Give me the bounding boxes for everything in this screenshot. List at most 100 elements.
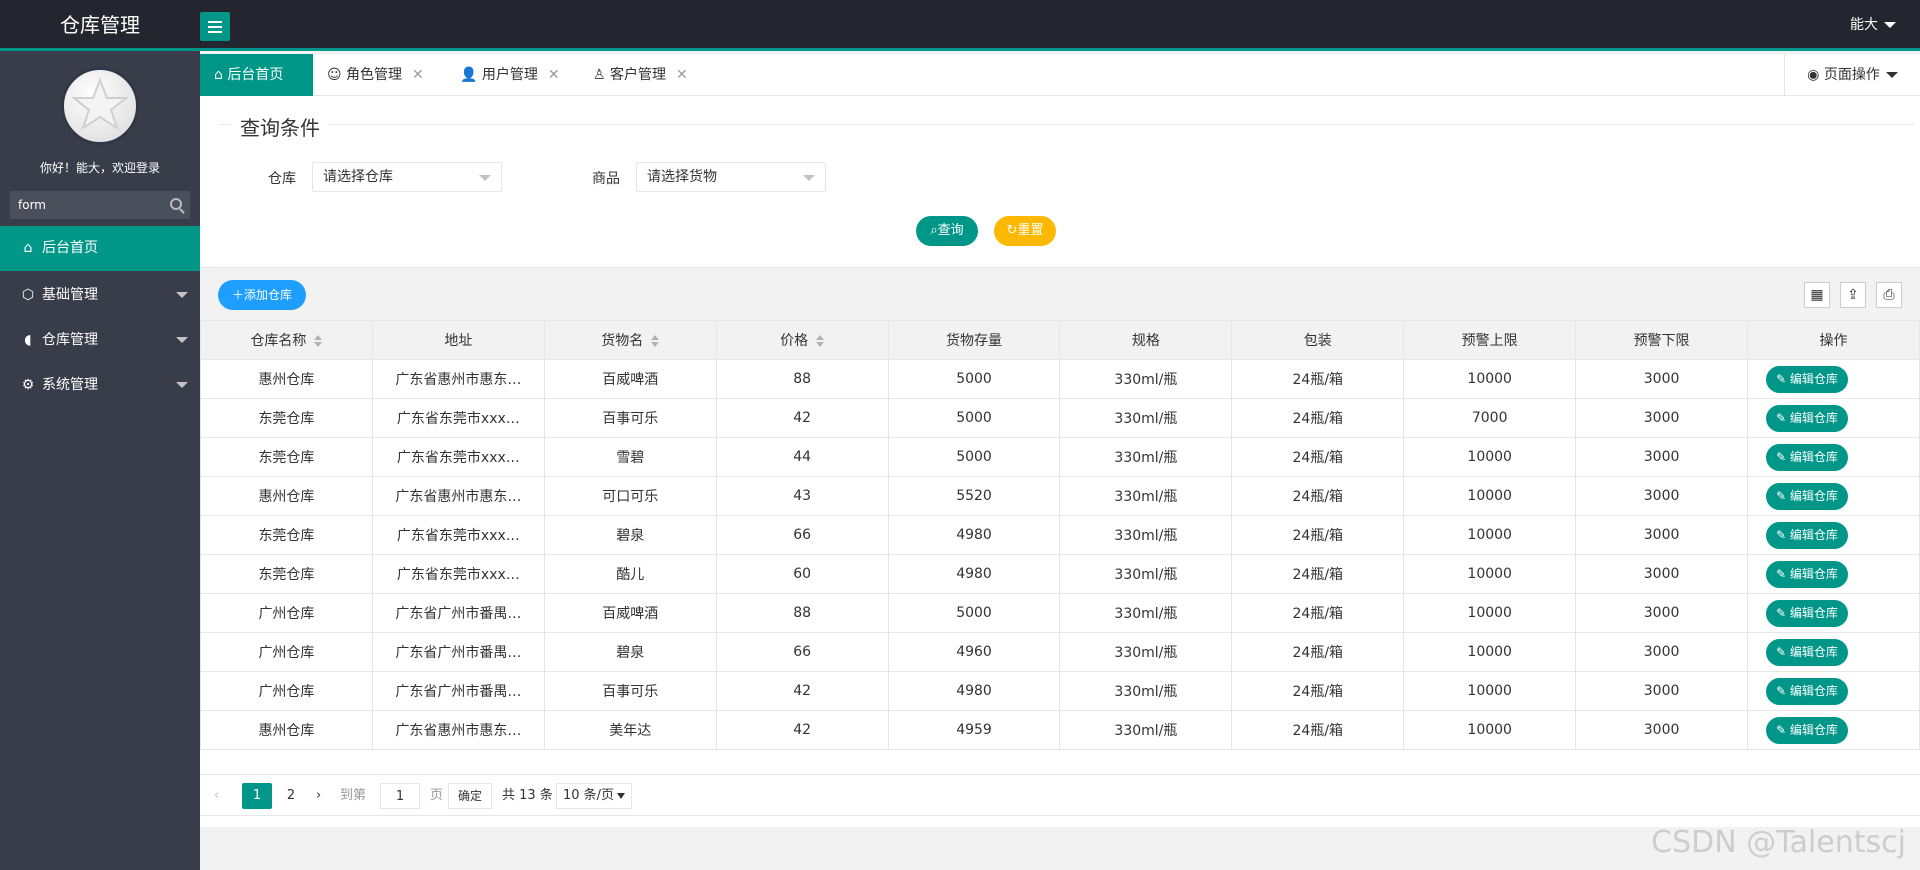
table-cell: 酷儿	[543, 554, 717, 594]
reset-button[interactable]: ↻重置	[994, 216, 1056, 246]
menu-toggle-button[interactable]	[200, 12, 230, 41]
refresh-icon: ↻	[1006, 223, 1018, 238]
row-actions: ✎ 编辑仓库🗑 删除仓库	[1747, 593, 1920, 633]
table-row: 东莞仓库 广东省东莞市xxx… 碧泉 66 4980 330ml/瓶 24瓶/箱 10000 3…	[200, 515, 1920, 555]
user-name: 能大	[1850, 17, 1878, 33]
table-cell: 88	[715, 593, 889, 633]
export-icon[interactable]: ⇪	[1840, 282, 1866, 308]
table-row: 惠州仓库 广东省惠州市惠东… 百威啤酒 88 5000 330ml/瓶 24瓶/箱 10000…	[200, 359, 1920, 399]
column-header: 预警下限	[1575, 320, 1749, 360]
edit-warehouse-button[interactable]: ✎ 编辑仓库	[1766, 677, 1848, 705]
table-cell: 4980	[887, 515, 1061, 555]
print-icon[interactable]: ⎙	[1876, 282, 1902, 308]
search-button[interactable]: ⌕查询	[916, 216, 978, 246]
table-cell: 66	[715, 515, 889, 555]
table-cell: 广东省东莞市xxx…	[371, 554, 545, 594]
pencil-icon: ✎	[1776, 683, 1790, 698]
row-actions: ✎ 编辑仓库🗑 删除仓库	[1747, 437, 1920, 477]
table-cell: 10000	[1403, 710, 1577, 750]
edit-warehouse-button[interactable]: ✎ 编辑仓库	[1766, 638, 1848, 666]
sidebar-item-warehouse[interactable]: ◖ 仓库管理	[0, 318, 200, 363]
close-icon[interactable]: ✕	[548, 67, 560, 83]
column-header[interactable]: 仓库名称	[200, 320, 373, 360]
table-cell: 广东省惠州市惠东…	[371, 710, 545, 750]
close-icon[interactable]: ✕	[676, 67, 688, 83]
table-cell: 42	[715, 671, 889, 711]
table-cell: 330ml/瓶	[1059, 398, 1233, 438]
user-outline-icon: ♙	[593, 67, 611, 83]
table-cell: 43	[715, 476, 889, 516]
chevron-down-icon	[479, 175, 491, 181]
tab-customers[interactable]: ♙ 客户管理 ✕	[579, 54, 702, 96]
table-cell: 330ml/瓶	[1059, 632, 1233, 672]
column-header[interactable]: 价格	[715, 320, 889, 360]
close-icon[interactable]: ✕	[412, 67, 424, 83]
row-actions: ✎ 编辑仓库🗑 删除仓库	[1747, 398, 1920, 438]
column-header[interactable]: 货物名	[543, 320, 717, 360]
table-row: 广州仓库 广东省广州市番禺… 碧泉 66 4960 330ml/瓶 24瓶/箱 10000 30…	[200, 632, 1920, 672]
goto-page-input[interactable]	[380, 783, 420, 809]
edit-warehouse-button[interactable]: ✎ 编辑仓库	[1766, 404, 1848, 432]
chevron-down-icon	[176, 337, 188, 343]
sidebar-item-system[interactable]: ⚙ 系统管理	[0, 363, 200, 408]
table-cell: 广东省广州市番禺…	[371, 593, 545, 633]
row-actions: ✎ 编辑仓库🗑 删除仓库	[1747, 671, 1920, 711]
star-icon	[71, 77, 129, 131]
total-count: 共 13 条	[502, 788, 553, 803]
table-cell: 24瓶/箱	[1231, 554, 1405, 594]
columns-filter-icon[interactable]: ▦	[1804, 282, 1830, 308]
search-icon[interactable]	[170, 198, 182, 210]
goods-select[interactable]: 请选择货物	[636, 162, 826, 192]
table-cell: 10000	[1403, 476, 1577, 516]
tab-home[interactable]: ⌂ 后台首页	[200, 54, 313, 96]
table-cell: 24瓶/箱	[1231, 398, 1405, 438]
edit-warehouse-button[interactable]: ✎ 编辑仓库	[1766, 365, 1848, 393]
table-cell: 24瓶/箱	[1231, 593, 1405, 633]
sidebar-item-basic[interactable]: ⬡ 基础管理	[0, 273, 200, 318]
table-cell: 24瓶/箱	[1231, 710, 1405, 750]
table-cell: 广州仓库	[200, 671, 373, 711]
page-1-button[interactable]: 1	[242, 783, 272, 809]
edit-warehouse-button[interactable]: ✎ 编辑仓库	[1766, 716, 1848, 744]
chevron-down-icon	[176, 292, 188, 298]
edit-warehouse-button[interactable]: ✎ 编辑仓库	[1766, 521, 1848, 549]
edit-warehouse-button[interactable]: ✎ 编辑仓库	[1766, 443, 1848, 471]
prev-page-icon[interactable]: ‹	[214, 783, 219, 809]
sidebar-search-input[interactable]	[10, 191, 160, 219]
user-menu[interactable]: 能大	[1850, 0, 1896, 51]
tab-users[interactable]: 👤 用户管理 ✕	[446, 54, 574, 96]
page-size-select[interactable]: 10 条/页	[556, 783, 632, 809]
pencil-icon: ✎	[1776, 449, 1790, 464]
goto-confirm-button[interactable]: 确定	[448, 783, 492, 809]
table-cell: 7000	[1403, 398, 1577, 438]
page-unit: 页	[430, 788, 444, 803]
column-header: 操作	[1747, 320, 1920, 360]
table-cell: 24瓶/箱	[1231, 476, 1405, 516]
table-cell: 广东省东莞市xxx…	[371, 437, 545, 477]
next-page-icon[interactable]: ›	[316, 783, 321, 809]
add-warehouse-button[interactable]: ＋添加仓库	[218, 280, 306, 310]
table-cell: 3000	[1575, 476, 1749, 516]
edit-warehouse-button[interactable]: ✎ 编辑仓库	[1766, 482, 1848, 510]
top-header: 仓库管理 能大	[0, 0, 1920, 51]
table-cell: 碧泉	[543, 515, 717, 555]
table-cell: 东莞仓库	[200, 437, 373, 477]
warehouse-select[interactable]: 请选择仓库	[312, 162, 502, 192]
tab-roles[interactable]: ☺ 角色管理 ✕	[313, 54, 438, 96]
sidebar-item-home[interactable]: ⌂ 后台首页	[0, 226, 200, 271]
column-header: 预警上限	[1403, 320, 1577, 360]
row-actions: ✎ 编辑仓库🗑 删除仓库	[1747, 710, 1920, 750]
table-cell: 可口可乐	[543, 476, 717, 516]
edit-warehouse-button[interactable]: ✎ 编辑仓库	[1766, 560, 1848, 588]
row-actions: ✎ 编辑仓库🗑 删除仓库	[1747, 476, 1920, 516]
chevron-down-icon	[803, 175, 815, 181]
page-2-button[interactable]: 2	[276, 783, 306, 809]
pencil-icon: ✎	[1776, 410, 1790, 425]
table-header-row: 仓库名称 地址 货物名 价格 货物存量 规格 包装 预警上限 预警下限 操作	[200, 320, 1920, 360]
edit-warehouse-button[interactable]: ✎ 编辑仓库	[1766, 599, 1848, 627]
page-operations-menu[interactable]: ◉ 页面操作	[1784, 54, 1920, 96]
column-header: 规格	[1059, 320, 1233, 360]
row-actions: ✎ 编辑仓库🗑 删除仓库	[1747, 359, 1920, 399]
warehouse-table: 仓库名称 地址 货物名 价格 货物存量 规格 包装 预警上限 预警下限 操作 惠…	[200, 320, 1920, 750]
table-cell: 5000	[887, 593, 1061, 633]
